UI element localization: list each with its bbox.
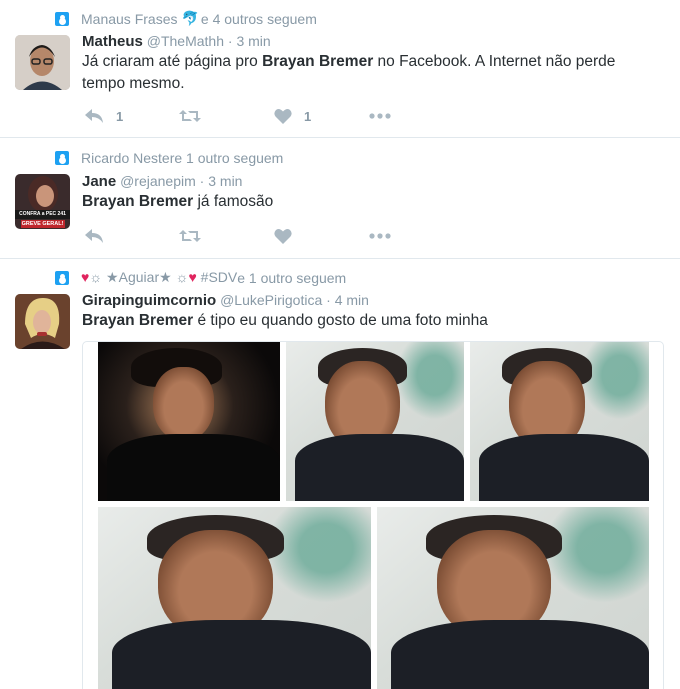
more-dots-icon xyxy=(369,113,391,119)
tweet-text: Brayan Bremer é tipo eu quando gosto de … xyxy=(82,310,662,332)
fullname[interactable]: Matheus xyxy=(82,33,143,50)
reply-button[interactable]: 1 xyxy=(84,108,179,124)
timestamp[interactable]: 3 min xyxy=(208,173,242,189)
like-count: 1 xyxy=(304,108,312,124)
retweet-icon xyxy=(179,110,201,122)
tweet-1[interactable]: Manaus Frases 🐬 e 4 outros seguem Matheu… xyxy=(0,0,680,138)
person-follow-icon xyxy=(55,270,69,285)
handle[interactable]: @LukePirigotica xyxy=(220,292,322,308)
context-suffix: e 4 outros seguem xyxy=(200,10,317,27)
retweet-icon xyxy=(179,230,201,242)
photo-grid xyxy=(82,341,664,689)
avatar[interactable] xyxy=(15,294,70,349)
heart-icon xyxy=(274,109,292,124)
avatar-photo xyxy=(15,294,70,349)
text-part: Já criaram até página pro xyxy=(82,53,263,70)
tweet-text: Já criaram até página pro Brayan Bremer … xyxy=(82,51,662,95)
context-names[interactable]: ♥☼ ★Aguiar★ ☼♥ #SDV xyxy=(81,269,237,286)
mentioned-name: Brayan Bremer xyxy=(82,193,194,210)
more-button[interactable] xyxy=(369,113,464,119)
mentioned-name: Brayan Bremer xyxy=(262,53,374,70)
tweet-text: Brayan Bremer já famosão xyxy=(82,191,662,213)
separator-dot: · xyxy=(199,173,205,189)
photo-shirt xyxy=(478,434,649,501)
tweet-3[interactable]: ♥☼ ★Aguiar★ ☼♥ #SDV e 1 outro seguem Gir… xyxy=(0,259,680,689)
person-follow-icon xyxy=(55,11,69,26)
context-names[interactable]: Ricardo Nester xyxy=(81,150,174,166)
tweet-header: Jane @rejanepim · 3 min xyxy=(82,173,242,190)
separator-dot: · xyxy=(326,292,331,308)
more-button[interactable] xyxy=(369,233,464,239)
dolphin-emoji: 🐬 xyxy=(181,10,199,26)
tweet-actions xyxy=(84,226,464,246)
social-context: Ricardo Nester e 1 outro seguem xyxy=(55,150,283,166)
avatar-caption-bottom: GREVE GERAL! xyxy=(21,221,64,227)
fullname[interactable]: Jane xyxy=(82,173,116,190)
social-context: ♥☼ ★Aguiar★ ☼♥ #SDV e 1 outro seguem xyxy=(55,269,346,286)
text-part: já famosão xyxy=(193,193,274,210)
timestamp[interactable]: 4 min xyxy=(335,292,369,308)
photo-2[interactable] xyxy=(286,342,464,501)
avatar[interactable]: CONFRA a PEC 241 GREVE GERAL! xyxy=(15,174,70,229)
retweet-button[interactable] xyxy=(179,228,274,244)
more-dots-icon xyxy=(369,233,391,239)
photo-shirt xyxy=(107,434,280,501)
handle[interactable]: @rejanepim xyxy=(120,173,196,189)
photo-shirt xyxy=(111,620,371,689)
photo-5[interactable] xyxy=(377,507,649,689)
photo-face xyxy=(152,367,215,441)
fullname[interactable]: Girapinguimcornio xyxy=(82,292,216,309)
handle[interactable]: @TheMathh xyxy=(147,33,224,49)
reply-count: 1 xyxy=(116,108,124,124)
context-names[interactable]: Manaus Frases xyxy=(81,11,177,27)
context-suffix: e 1 outro seguem xyxy=(174,150,284,166)
avatar-photo xyxy=(15,35,70,90)
reply-icon xyxy=(85,229,103,243)
tweet-header: Matheus @TheMathh · 3 min xyxy=(82,33,271,50)
heart-icon xyxy=(274,229,292,244)
photo-shirt xyxy=(294,434,464,501)
tweet-header: Girapinguimcornio @LukePirigotica · 4 mi… xyxy=(82,292,369,309)
photo-1[interactable] xyxy=(98,342,280,501)
social-context: Manaus Frases 🐬 e 4 outros seguem xyxy=(55,10,317,27)
avatar-caption-top: CONFRA a PEC 241 xyxy=(19,211,66,217)
avatar[interactable] xyxy=(15,35,70,90)
photo-shirt xyxy=(390,620,649,689)
person-follow-icon xyxy=(55,151,69,165)
reply-icon xyxy=(85,109,103,123)
mentioned-name: Brayan Bremer xyxy=(82,312,194,329)
timestamp[interactable]: 3 min xyxy=(236,33,270,49)
like-button[interactable] xyxy=(274,228,369,244)
tweet-2[interactable]: Ricardo Nester e 1 outro seguem CONFRA a… xyxy=(0,138,680,259)
retweet-button[interactable] xyxy=(179,108,274,124)
context-suffix: e 1 outro seguem xyxy=(237,269,347,286)
tweet-actions: 1 1 xyxy=(84,106,464,126)
text-part: é tipo eu quando gosto de uma foto minha xyxy=(193,312,488,329)
photo-4[interactable] xyxy=(98,507,371,689)
reply-button[interactable] xyxy=(84,228,179,244)
photo-3[interactable] xyxy=(470,342,649,501)
like-button[interactable]: 1 xyxy=(274,108,369,124)
separator-dot: · xyxy=(227,33,233,49)
